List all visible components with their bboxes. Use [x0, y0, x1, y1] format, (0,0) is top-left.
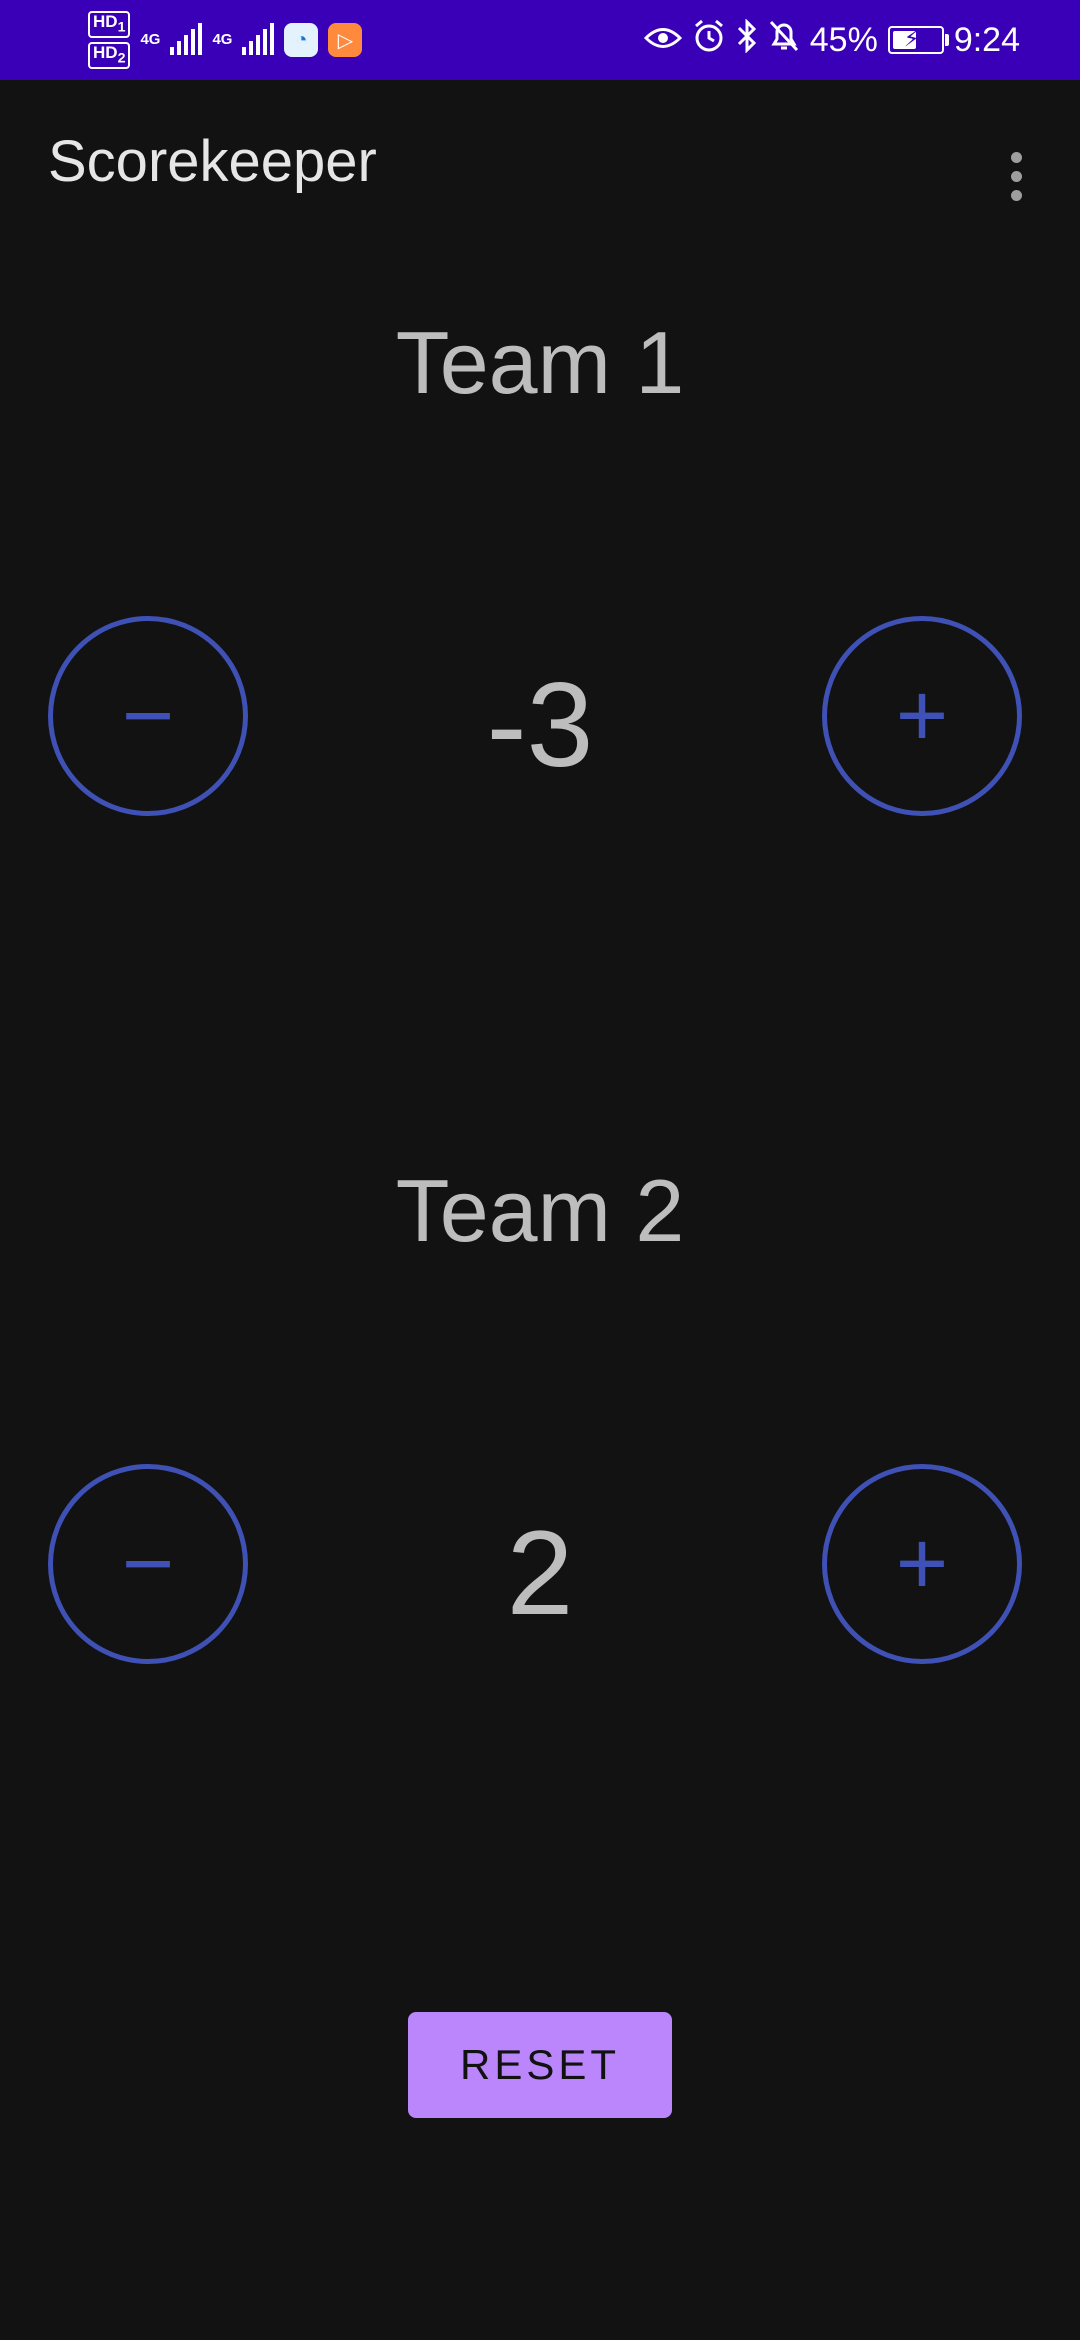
- bluetooth-icon: [736, 17, 758, 62]
- sim-indicators: HD1 HD2: [88, 10, 131, 70]
- browser-app-icon: ◔: [284, 23, 319, 57]
- network2-label: 4G: [212, 31, 233, 48]
- signal2-icon: [242, 23, 275, 55]
- bell-off-icon: [768, 19, 800, 62]
- battery-percent: 45%: [809, 20, 878, 59]
- sim2-hd-icon: HD2: [88, 42, 131, 70]
- team2-name: Team 2: [395, 1161, 685, 1260]
- plus-icon: +: [895, 666, 949, 766]
- plus-icon: +: [895, 1514, 949, 1614]
- more-vert-icon[interactable]: [986, 136, 1046, 216]
- video-app-icon: ▷: [328, 23, 363, 57]
- status-bar: HD1 HD2 4G 4G ◔ ▷ 45% ⚡ 9:24: [0, 0, 1080, 80]
- alarm-icon: [692, 19, 726, 62]
- status-left: HD1 HD2 4G 4G ◔ ▷: [88, 10, 363, 70]
- status-right: 45% ⚡ 9:24: [643, 0, 1020, 80]
- team2-increment-button[interactable]: +: [822, 1464, 1022, 1664]
- eye-icon: [643, 21, 682, 60]
- reset-button[interactable]: RESET: [408, 2012, 672, 2118]
- app-bar: Scorekeeper: [0, 80, 1080, 255]
- app-title: Scorekeeper: [48, 129, 377, 194]
- clock: 9:24: [953, 20, 1020, 59]
- battery-icon: ⚡: [887, 26, 949, 54]
- network1-label: 4G: [140, 31, 161, 48]
- team1-increment-button[interactable]: +: [822, 616, 1022, 816]
- sim1-hd-icon: HD1: [88, 10, 131, 38]
- signal1-icon: [170, 23, 203, 55]
- team1-name: Team 1: [395, 313, 685, 412]
